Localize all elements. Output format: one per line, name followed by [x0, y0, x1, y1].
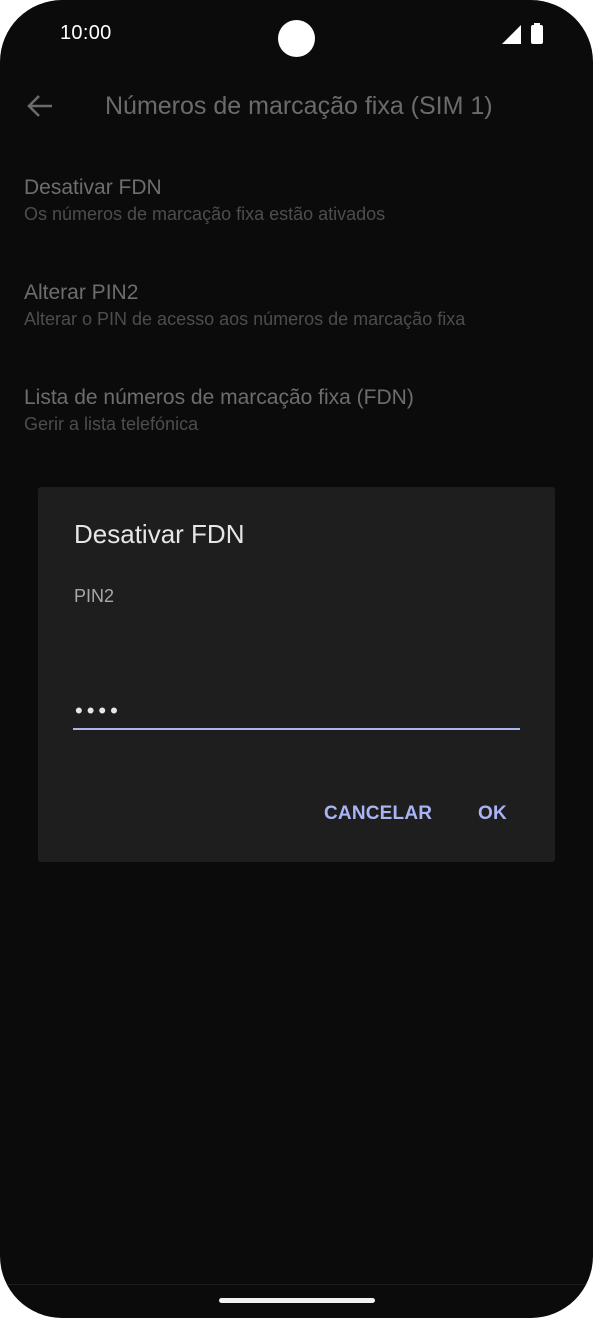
- pref-item-alterar-pin2[interactable]: Alterar PIN2 Alterar o PIN de acesso aos…: [24, 279, 569, 331]
- ok-button[interactable]: OK: [478, 803, 507, 825]
- pref-summary: Alterar o PIN de acesso aos números de m…: [24, 309, 466, 329]
- arrow-left-icon[interactable]: [26, 92, 54, 120]
- page-title: Números de marcação fixa (SIM 1): [105, 92, 493, 120]
- pref-item-fdn-list[interactable]: Lista de números de marcação fixa (FDN) …: [24, 384, 569, 436]
- signal-icon: [502, 25, 521, 44]
- pref-title: Lista de números de marcação fixa (FDN): [24, 386, 414, 409]
- gesture-handle[interactable]: [219, 1298, 375, 1303]
- status-bar: 10:00: [0, 0, 593, 70]
- cancel-button[interactable]: CANCELAR: [324, 803, 432, 825]
- pin-dialog: Desativar FDN PIN2 •••• CANCELAR OK: [38, 487, 555, 862]
- pref-item-desativar-fdn[interactable]: Desativar FDN Os números de marcação fix…: [24, 174, 569, 226]
- phone-screen: 10:00 Números de marcação fixa (SIM 1) D…: [0, 0, 593, 1318]
- app-bar: Números de marcação fixa (SIM 1): [0, 70, 593, 146]
- dialog-message: PIN2: [74, 586, 115, 606]
- status-time: 10:00: [60, 22, 112, 44]
- pref-summary: Os números de marcação fixa estão ativad…: [24, 204, 386, 224]
- nav-divider: [0, 1284, 593, 1285]
- pin2-input[interactable]: ••••: [73, 692, 520, 730]
- pref-summary: Gerir a lista telefónica: [24, 414, 199, 434]
- dialog-title: Desativar FDN: [74, 519, 245, 549]
- pref-title: Desativar FDN: [24, 176, 162, 199]
- battery-icon: [531, 23, 543, 44]
- camera-cutout: [278, 20, 315, 57]
- pref-title: Alterar PIN2: [24, 281, 139, 304]
